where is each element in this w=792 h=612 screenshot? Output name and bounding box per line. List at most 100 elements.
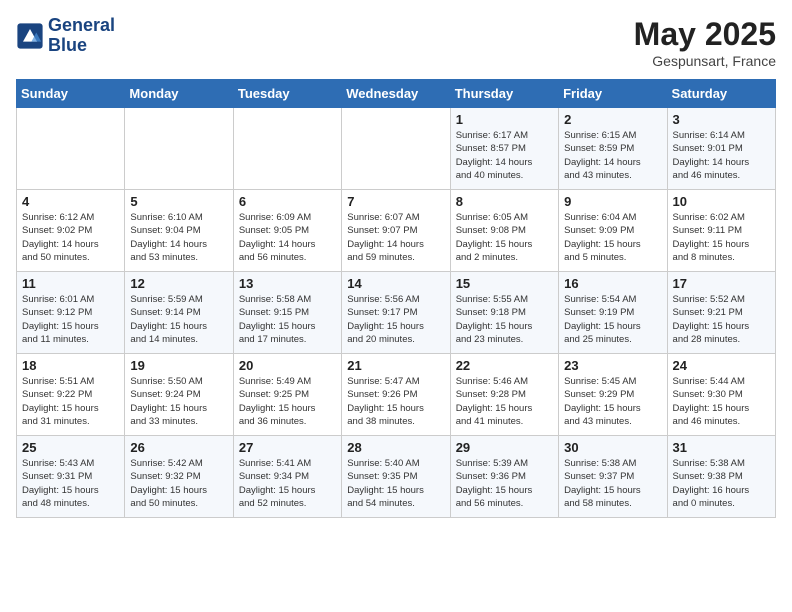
calendar-cell: 31 Sunrise: 5:38 AM Sunset: 9:38 PM Dayli… <box>667 436 775 518</box>
day-info: Sunrise: 5:50 AM Sunset: 9:24 PM Dayligh… <box>130 375 227 428</box>
calendar-cell <box>17 108 125 190</box>
title-block: May 2025 Gespunsart, France <box>634 16 776 69</box>
logo: General Blue <box>16 16 115 56</box>
calendar-cell: 11 Sunrise: 6:01 AM Sunset: 9:12 PM Dayli… <box>17 272 125 354</box>
day-number: 24 <box>673 358 770 373</box>
day-info: Sunrise: 5:43 AM Sunset: 9:31 PM Dayligh… <box>22 457 119 510</box>
calendar-table: SundayMondayTuesdayWednesdayThursdayFrid… <box>16 79 776 518</box>
calendar-cell: 8 Sunrise: 6:05 AM Sunset: 9:08 PM Daylig… <box>450 190 558 272</box>
day-info: Sunrise: 5:40 AM Sunset: 9:35 PM Dayligh… <box>347 457 444 510</box>
day-info: Sunrise: 5:46 AM Sunset: 9:28 PM Dayligh… <box>456 375 553 428</box>
day-number: 20 <box>239 358 336 373</box>
page-header: General Blue May 2025 Gespunsart, France <box>16 16 776 69</box>
day-info: Sunrise: 6:07 AM Sunset: 9:07 PM Dayligh… <box>347 211 444 264</box>
day-number: 22 <box>456 358 553 373</box>
weekday-header: Thursday <box>450 80 558 108</box>
calendar-week-row: 4Sunrise: 6:12 AM Sunset: 9:02 PM Daylig… <box>17 190 776 272</box>
day-number: 15 <box>456 276 553 291</box>
logo-line2: Blue <box>48 36 115 56</box>
calendar-cell: 13 Sunrise: 5:58 AM Sunset: 9:15 PM Dayli… <box>233 272 341 354</box>
day-number: 13 <box>239 276 336 291</box>
calendar-cell: 5Sunrise: 6:10 AM Sunset: 9:04 PM Daylig… <box>125 190 233 272</box>
day-number: 30 <box>564 440 661 455</box>
calendar-cell: 17Sunrise: 5:52 AM Sunset: 9:21 PM Dayli… <box>667 272 775 354</box>
day-info: Sunrise: 6:05 AM Sunset: 9:08 PM Dayligh… <box>456 211 553 264</box>
day-info: Sunrise: 5:41 AM Sunset: 9:34 PM Dayligh… <box>239 457 336 510</box>
day-number: 11 <box>22 276 119 291</box>
calendar-cell: 16 Sunrise: 5:54 AM Sunset: 9:19 PM Dayli… <box>559 272 667 354</box>
day-number: 10 <box>673 194 770 209</box>
calendar-cell: 15 Sunrise: 5:55 AM Sunset: 9:18 PM Dayli… <box>450 272 558 354</box>
day-number: 28 <box>347 440 444 455</box>
calendar-header-row: SundayMondayTuesdayWednesdayThursdayFrid… <box>17 80 776 108</box>
day-info: Sunrise: 5:39 AM Sunset: 9:36 PM Dayligh… <box>456 457 553 510</box>
day-info: Sunrise: 5:55 AM Sunset: 9:18 PM Dayligh… <box>456 293 553 346</box>
day-info: Sunrise: 5:56 AM Sunset: 9:17 PM Dayligh… <box>347 293 444 346</box>
weekday-header: Friday <box>559 80 667 108</box>
day-info: Sunrise: 5:49 AM Sunset: 9:25 PM Dayligh… <box>239 375 336 428</box>
calendar-cell: 29 Sunrise: 5:39 AM Sunset: 9:36 PM Dayli… <box>450 436 558 518</box>
day-number: 29 <box>456 440 553 455</box>
calendar-week-row: 11 Sunrise: 6:01 AM Sunset: 9:12 PM Dayli… <box>17 272 776 354</box>
calendar-cell: 23 Sunrise: 5:45 AM Sunset: 9:29 PM Dayli… <box>559 354 667 436</box>
day-info: Sunrise: 5:52 AM Sunset: 9:21 PM Dayligh… <box>673 293 770 346</box>
day-info: Sunrise: 5:42 AM Sunset: 9:32 PM Dayligh… <box>130 457 227 510</box>
month-title: May 2025 <box>634 16 776 53</box>
day-number: 7 <box>347 194 444 209</box>
day-info: Sunrise: 6:15 AM Sunset: 8:59 PM Dayligh… <box>564 129 661 182</box>
weekday-header: Sunday <box>17 80 125 108</box>
calendar-cell: 14Sunrise: 5:56 AM Sunset: 9:17 PM Dayli… <box>342 272 450 354</box>
day-info: Sunrise: 6:01 AM Sunset: 9:12 PM Dayligh… <box>22 293 119 346</box>
calendar-cell: 26Sunrise: 5:42 AM Sunset: 9:32 PM Dayli… <box>125 436 233 518</box>
calendar-cell: 9Sunrise: 6:04 AM Sunset: 9:09 PM Daylig… <box>559 190 667 272</box>
day-info: Sunrise: 6:02 AM Sunset: 9:11 PM Dayligh… <box>673 211 770 264</box>
calendar-cell <box>233 108 341 190</box>
logo-line1: General <box>48 16 115 36</box>
calendar-week-row: 1 Sunrise: 6:17 AM Sunset: 8:57 PM Daylig… <box>17 108 776 190</box>
calendar-cell <box>342 108 450 190</box>
weekday-header: Saturday <box>667 80 775 108</box>
day-info: Sunrise: 5:54 AM Sunset: 9:19 PM Dayligh… <box>564 293 661 346</box>
day-number: 27 <box>239 440 336 455</box>
day-number: 31 <box>673 440 770 455</box>
location: Gespunsart, France <box>634 53 776 69</box>
calendar-cell: 3Sunrise: 6:14 AM Sunset: 9:01 PM Daylig… <box>667 108 775 190</box>
calendar-week-row: 18Sunrise: 5:51 AM Sunset: 9:22 PM Dayli… <box>17 354 776 436</box>
day-info: Sunrise: 6:17 AM Sunset: 8:57 PM Dayligh… <box>456 129 553 182</box>
day-number: 3 <box>673 112 770 127</box>
day-number: 23 <box>564 358 661 373</box>
weekday-header: Tuesday <box>233 80 341 108</box>
calendar-cell: 2 Sunrise: 6:15 AM Sunset: 8:59 PM Daylig… <box>559 108 667 190</box>
calendar-cell: 12 Sunrise: 5:59 AM Sunset: 9:14 PM Dayli… <box>125 272 233 354</box>
day-number: 8 <box>456 194 553 209</box>
day-number: 21 <box>347 358 444 373</box>
calendar-cell: 19 Sunrise: 5:50 AM Sunset: 9:24 PM Dayli… <box>125 354 233 436</box>
logo-icon <box>16 22 44 50</box>
calendar-cell: 25 Sunrise: 5:43 AM Sunset: 9:31 PM Dayli… <box>17 436 125 518</box>
day-number: 2 <box>564 112 661 127</box>
calendar-cell <box>125 108 233 190</box>
day-info: Sunrise: 5:45 AM Sunset: 9:29 PM Dayligh… <box>564 375 661 428</box>
day-number: 19 <box>130 358 227 373</box>
calendar-cell: 28 Sunrise: 5:40 AM Sunset: 9:35 PM Dayli… <box>342 436 450 518</box>
calendar-cell: 1 Sunrise: 6:17 AM Sunset: 8:57 PM Daylig… <box>450 108 558 190</box>
calendar-cell: 10 Sunrise: 6:02 AM Sunset: 9:11 PM Dayli… <box>667 190 775 272</box>
day-number: 1 <box>456 112 553 127</box>
day-number: 12 <box>130 276 227 291</box>
day-number: 6 <box>239 194 336 209</box>
day-number: 16 <box>564 276 661 291</box>
day-number: 25 <box>22 440 119 455</box>
calendar-week-row: 25 Sunrise: 5:43 AM Sunset: 9:31 PM Dayli… <box>17 436 776 518</box>
day-info: Sunrise: 5:38 AM Sunset: 9:37 PM Dayligh… <box>564 457 661 510</box>
weekday-header: Wednesday <box>342 80 450 108</box>
calendar-cell: 27 Sunrise: 5:41 AM Sunset: 9:34 PM Dayli… <box>233 436 341 518</box>
day-info: Sunrise: 6:10 AM Sunset: 9:04 PM Dayligh… <box>130 211 227 264</box>
day-info: Sunrise: 5:59 AM Sunset: 9:14 PM Dayligh… <box>130 293 227 346</box>
day-info: Sunrise: 5:38 AM Sunset: 9:38 PM Dayligh… <box>673 457 770 510</box>
calendar-cell: 22 Sunrise: 5:46 AM Sunset: 9:28 PM Dayli… <box>450 354 558 436</box>
calendar-cell: 7 Sunrise: 6:07 AM Sunset: 9:07 PM Daylig… <box>342 190 450 272</box>
calendar-cell: 6Sunrise: 6:09 AM Sunset: 9:05 PM Daylig… <box>233 190 341 272</box>
calendar-cell: 30 Sunrise: 5:38 AM Sunset: 9:37 PM Dayli… <box>559 436 667 518</box>
calendar-cell: 4Sunrise: 6:12 AM Sunset: 9:02 PM Daylig… <box>17 190 125 272</box>
day-info: Sunrise: 5:58 AM Sunset: 9:15 PM Dayligh… <box>239 293 336 346</box>
